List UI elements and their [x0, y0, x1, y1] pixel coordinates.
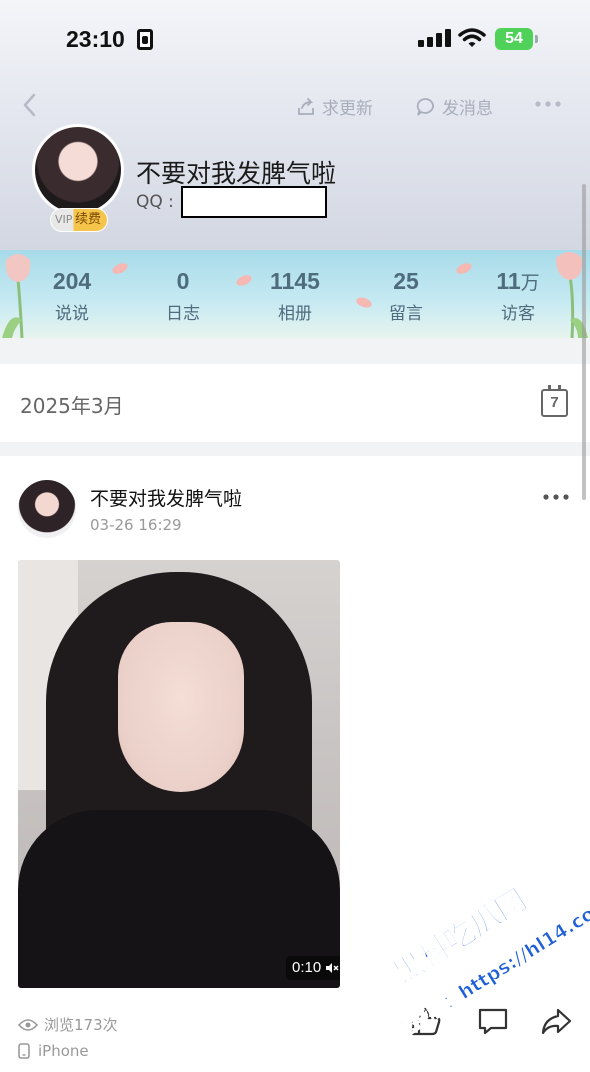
profile-nickname: 不要对我发脾气啦 — [136, 159, 337, 188]
post-device: iPhone — [18, 1042, 89, 1060]
calendar-icon[interactable]: 7 — [541, 385, 568, 417]
share-icon[interactable] — [540, 1006, 572, 1036]
video-duration-badge: 0:10 — [286, 956, 340, 980]
stat-label: 说说 — [55, 304, 89, 324]
vip-tag: VIP — [55, 213, 73, 226]
wifi-icon — [458, 28, 486, 47]
post-timestamp: 03-26 16:29 — [90, 516, 182, 534]
chat-bubble-icon — [416, 97, 434, 116]
post-author-avatar[interactable] — [18, 480, 76, 538]
stat-value: 1145 — [270, 268, 320, 294]
back-icon[interactable] — [18, 92, 42, 118]
status-bar: 23:10 54 — [0, 0, 590, 80]
send-message-label: 发消息 — [442, 99, 493, 119]
more-options-icon[interactable] — [534, 96, 562, 112]
eye-icon — [18, 1018, 38, 1031]
stat-visitors[interactable]: 11万 访客 — [468, 268, 568, 324]
cellular-signal-icon — [418, 29, 452, 47]
profile-avatar[interactable] — [32, 124, 124, 216]
stat-label: 日志 — [166, 304, 200, 324]
post-author-name[interactable]: 不要对我发脾气啦 — [90, 484, 242, 511]
like-icon[interactable] — [410, 1006, 442, 1036]
post-device-label: iPhone — [38, 1042, 89, 1060]
muted-speaker-icon[interactable] — [325, 961, 339, 975]
id-card-icon — [137, 29, 153, 50]
video-duration: 0:10 — [292, 959, 322, 976]
stat-value: 204 — [52, 268, 92, 294]
stat-posts[interactable]: 204 说说 — [22, 268, 122, 324]
view-count: 浏览173次 — [18, 1014, 118, 1035]
battery-tip-icon — [535, 35, 538, 43]
month-label: 2025年3月 — [20, 394, 124, 418]
view-count-label: 浏览173次 — [44, 1016, 118, 1034]
post-more-icon[interactable] — [542, 492, 570, 502]
send-message-button[interactable]: 发消息 — [416, 94, 493, 119]
qq-number-redacted — [181, 186, 327, 218]
request-update-label: 求更新 — [322, 99, 373, 119]
stat-value: 11万 — [496, 268, 540, 294]
vip-renew-badge[interactable]: VIP 续费 — [50, 208, 108, 232]
video-subject-face — [118, 622, 244, 792]
month-header: 2025年3月 7 — [0, 364, 590, 442]
stats-banner: 204 说说 0 日志 1145 相册 25 留言 11万 访客 — [0, 250, 590, 338]
phone-icon — [18, 1043, 30, 1059]
top-nav: 求更新 发消息 — [0, 86, 590, 124]
stat-messages[interactable]: 25 留言 — [356, 268, 456, 324]
scrollbar[interactable] — [582, 184, 586, 500]
request-update-button[interactable]: 求更新 — [296, 94, 373, 119]
stat-value: 25 — [393, 268, 419, 294]
share-arrow-icon — [298, 97, 314, 115]
vip-renew-label: 续费 — [74, 212, 101, 227]
stat-label: 访客 — [501, 304, 535, 324]
feed-post: 不要对我发脾气啦 03-26 16:29 0:10 浏览173次 iPhone — [0, 456, 590, 1072]
comment-icon[interactable] — [477, 1006, 509, 1036]
post-video[interactable]: 0:10 — [18, 560, 340, 988]
stat-label: 相册 — [278, 304, 312, 324]
qq-label: QQ : — [136, 192, 174, 212]
stat-albums[interactable]: 1145 相册 — [245, 268, 345, 324]
stat-label: 留言 — [389, 304, 423, 324]
status-time: 23:10 — [66, 26, 125, 52]
stat-blogs[interactable]: 0 日志 — [133, 268, 233, 324]
stat-value: 0 — [176, 268, 190, 294]
battery-indicator: 54 — [495, 28, 533, 50]
